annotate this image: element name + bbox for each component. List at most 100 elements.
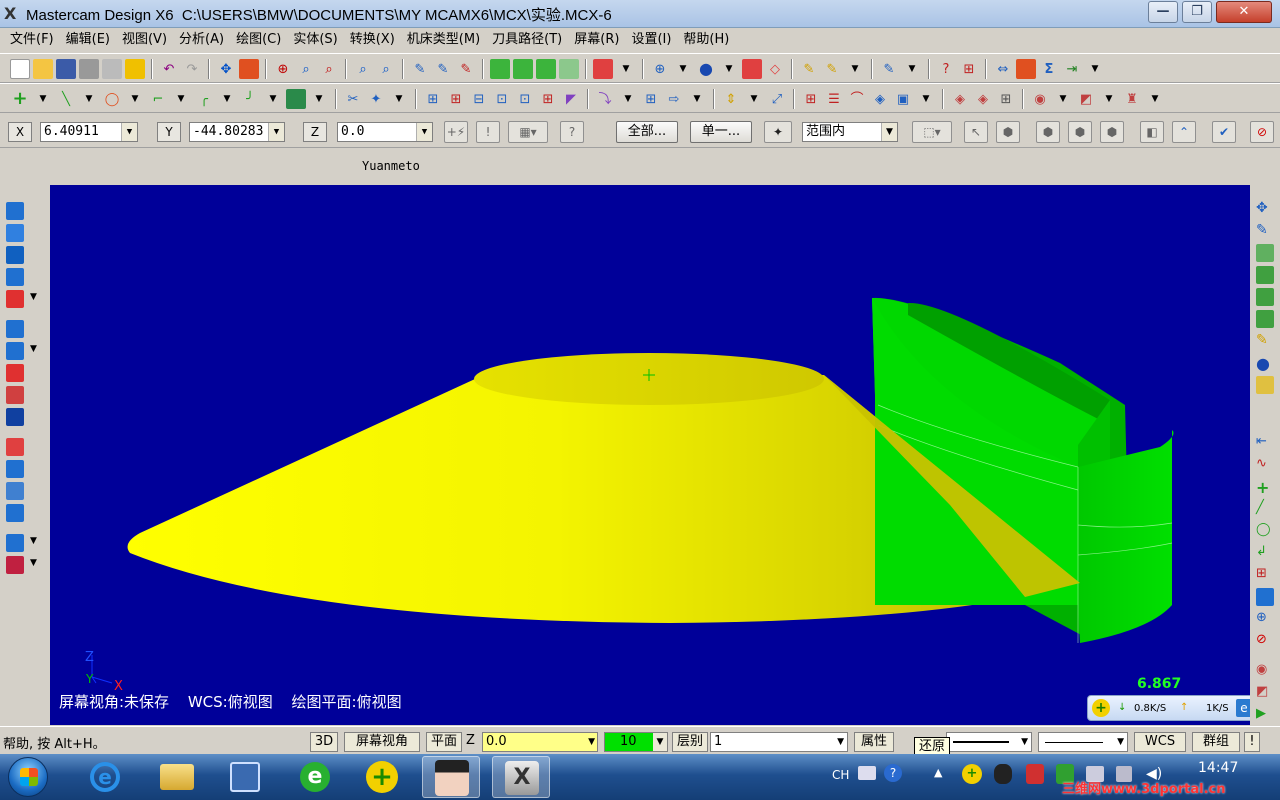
line-style-select[interactable]: ▼ xyxy=(946,732,1032,752)
x-coord-button[interactable]: X xyxy=(8,122,32,142)
fillet-icon[interactable]: ↲ xyxy=(1256,544,1274,562)
folder-icon[interactable] xyxy=(1256,376,1274,394)
cube-view-icon[interactable] xyxy=(593,59,613,79)
hierarchy-icon[interactable]: ⊞ xyxy=(959,59,979,79)
cylinder-icon[interactable] xyxy=(286,89,306,109)
draft-icon[interactable] xyxy=(6,364,24,382)
xform-translate-icon[interactable]: ⊞ xyxy=(538,89,558,109)
input-language[interactable]: CH xyxy=(832,768,849,782)
repaint-icon[interactable] xyxy=(239,59,259,79)
view-right-icon[interactable] xyxy=(559,59,579,79)
menu-edit[interactable]: 编辑(E) xyxy=(60,29,116,51)
sphere-icon[interactable]: ● xyxy=(696,59,716,79)
view-top-icon[interactable] xyxy=(1256,288,1274,306)
point-icon[interactable]: + xyxy=(1256,478,1274,497)
menu-settings[interactable]: 设置(I) xyxy=(625,29,677,51)
fit-icon[interactable]: ⊕ xyxy=(273,59,293,79)
menu-file[interactable]: 文件(F) xyxy=(4,29,60,51)
taskbar-mastercam[interactable]: X xyxy=(492,756,550,798)
xform-rotate-icon[interactable]: ⊟ xyxy=(469,89,489,109)
dropdown-arrow-icon[interactable]: ▼ xyxy=(1053,89,1073,109)
level-button[interactable]: 层别 xyxy=(672,732,708,752)
zoom-target-icon[interactable]: ⌕ xyxy=(319,59,339,79)
menu-xform[interactable]: 转换(X) xyxy=(344,29,401,51)
pencil-icon[interactable]: ✎ xyxy=(1256,332,1274,350)
shade-icon[interactable]: ✎ xyxy=(1256,222,1274,240)
dropdown-arrow-icon[interactable]: ▼ xyxy=(673,59,693,79)
dropdown-arrow-icon[interactable]: ▼ xyxy=(687,89,707,109)
primitive-icon[interactable] xyxy=(6,290,24,308)
security-tray-icon[interactable] xyxy=(1026,764,1044,784)
group-button[interactable]: 群组 xyxy=(1192,732,1240,752)
xform-mirror-icon[interactable]: ⊞ xyxy=(446,89,466,109)
chevron-down-icon[interactable]: ▼ xyxy=(653,733,667,751)
alert-icon[interactable]: ! xyxy=(476,121,500,143)
taskbar-explorer[interactable] xyxy=(148,756,206,798)
dropdown-arrow-icon[interactable]: ▼ xyxy=(616,59,636,79)
resize-icon[interactable]: ⤢ xyxy=(767,89,787,109)
analyze-icon[interactable]: ? xyxy=(936,59,956,79)
color-palette-icon[interactable] xyxy=(1016,59,1036,79)
point-icon[interactable]: + xyxy=(10,89,30,109)
view-front-icon[interactable] xyxy=(1256,266,1274,284)
autocursor-config-icon[interactable]: ▦▾ xyxy=(508,121,548,143)
edge-select-icon[interactable]: ⬢ xyxy=(1068,121,1092,143)
dropdown-arrow-icon[interactable]: ▼ xyxy=(30,292,40,310)
surface-icon[interactable]: ◈ xyxy=(870,89,890,109)
chevron-down-icon[interactable]: ▼ xyxy=(268,123,284,141)
xform-roll-icon[interactable]: ◤ xyxy=(561,89,581,109)
table-icon[interactable]: ⊞ xyxy=(801,89,821,109)
verify-select-icon[interactable]: ✔ xyxy=(1212,121,1236,143)
line-icon[interactable]: ╲ xyxy=(56,89,76,109)
feature-icon[interactable] xyxy=(6,482,24,500)
keyboard-icon[interactable] xyxy=(858,766,876,780)
fillet-icon[interactable]: ╭ xyxy=(194,89,214,109)
loft-icon[interactable] xyxy=(6,268,24,286)
unzoom-icon[interactable]: ⌕ xyxy=(353,59,373,79)
fast-point-icon[interactable]: +⚡ xyxy=(444,121,468,143)
plane-button[interactable]: 平面 xyxy=(426,732,462,752)
screen-view-button[interactable]: 屏幕视角 xyxy=(344,732,420,752)
save-icon[interactable] xyxy=(56,59,76,79)
redo-icon[interactable]: ↷ xyxy=(182,59,202,79)
dropdown-arrow-icon[interactable]: ▼ xyxy=(845,59,865,79)
selection-mode-select[interactable]: 范围内 ▼ xyxy=(802,122,898,142)
shade-icon[interactable]: ✎ xyxy=(410,59,430,79)
menu-help[interactable]: 帮助(H) xyxy=(677,29,735,51)
machine-icon[interactable]: ◩ xyxy=(1256,684,1274,702)
wcs-button[interactable]: WCS xyxy=(1134,732,1186,752)
close-button[interactable]: ✕ xyxy=(1216,1,1272,23)
grid-array-icon[interactable]: ⊞ xyxy=(641,89,661,109)
dropdown-arrow-icon[interactable]: ▼ xyxy=(719,59,739,79)
zoom-window-icon[interactable]: ⌕ xyxy=(296,59,316,79)
dropdown-arrow-icon[interactable]: ▼ xyxy=(79,89,99,109)
solid-fill-icon[interactable]: ◈ xyxy=(973,89,993,109)
chamfer-icon[interactable]: ╯ xyxy=(240,89,260,109)
xform-scale-icon[interactable]: ⊡ xyxy=(492,89,512,109)
graphics-viewport[interactable]: Z Y X 屏幕视角:未保存 WCS:俯视图 绘图平面:俯视图 6.867 + … xyxy=(50,185,1250,725)
hidden-line-icon[interactable]: ✎ xyxy=(456,59,476,79)
pan-icon[interactable]: ✥ xyxy=(216,59,236,79)
arc-icon[interactable]: ◯ xyxy=(102,89,122,109)
menu-solids[interactable]: 实体(S) xyxy=(287,29,343,51)
boolean-icon[interactable] xyxy=(6,408,24,426)
line-icon[interactable]: ╱ xyxy=(1256,500,1274,518)
dropdown-arrow-icon[interactable]: ▼ xyxy=(30,344,40,362)
break-icon[interactable]: ✦ xyxy=(366,89,386,109)
z-depth-field[interactable]: 0.0 ▼ xyxy=(482,732,598,752)
box-icon[interactable]: ▣ xyxy=(893,89,913,109)
xform-offset-icon[interactable]: ⊡ xyxy=(515,89,535,109)
dropdown-arrow-icon[interactable]: ▼ xyxy=(1099,89,1119,109)
360-tray-icon[interactable]: + xyxy=(962,764,982,784)
taskbar-360[interactable]: + xyxy=(354,756,412,798)
brush-icon[interactable]: ✎ xyxy=(879,59,899,79)
zoom-out-icon[interactable]: ⌕ xyxy=(376,59,396,79)
cancel-select-icon[interactable]: ⊘ xyxy=(1250,121,1274,143)
pencil-multi-icon[interactable]: ✎ xyxy=(822,59,842,79)
taskbar-ie[interactable]: e xyxy=(76,756,134,798)
help-tray-icon[interactable]: ? xyxy=(884,764,902,782)
menu-screen[interactable]: 屏幕(R) xyxy=(568,29,625,51)
3d-button[interactable]: 3D xyxy=(310,732,338,752)
taskbar-clock[interactable]: 14:47 xyxy=(1198,760,1238,776)
view-front-icon[interactable] xyxy=(513,59,533,79)
